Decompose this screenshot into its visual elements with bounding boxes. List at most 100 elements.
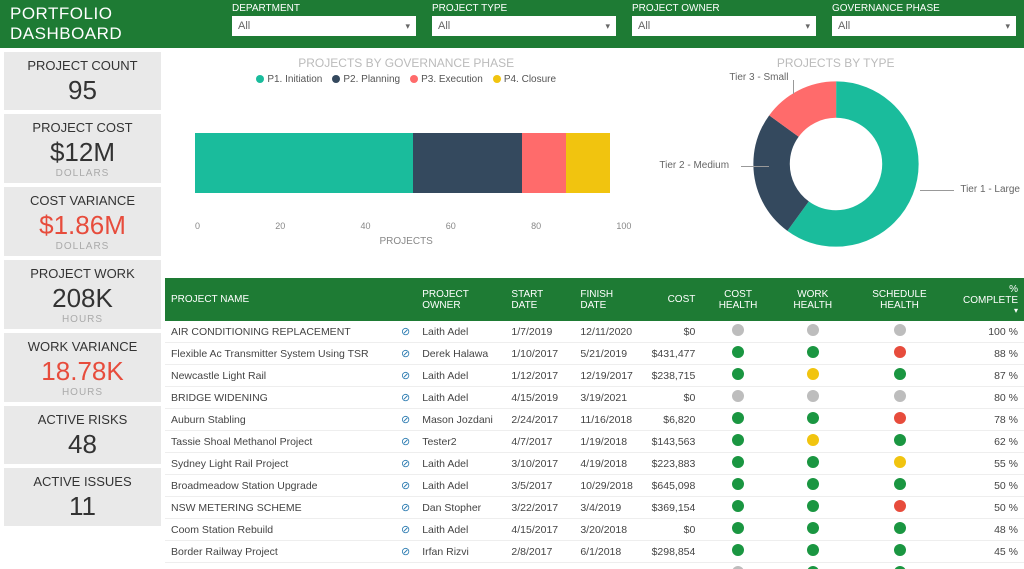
table-row[interactable]: Auburn Stabling ⊘ Mason Jozdani 2/24/201… [165, 409, 1024, 431]
legend-item[interactable]: P1. Initiation [256, 74, 322, 85]
kpi-card[interactable]: ACTIVE ISSUES 11 [4, 468, 161, 526]
kpi-card[interactable]: WORK VARIANCE 18.78K HOURS [4, 333, 161, 402]
cell-link[interactable]: ⊘ [395, 409, 416, 431]
bar-segment[interactable] [566, 133, 610, 193]
table-column-header[interactable] [395, 278, 416, 321]
chart-governance-phase[interactable]: PROJECTS BY GOVERNANCE PHASE P1. Initiat… [165, 48, 647, 278]
cell-cost-health [701, 563, 774, 569]
cell-link[interactable]: ⊘ [395, 453, 416, 475]
select-value: All [438, 20, 450, 32]
kpi-card[interactable]: PROJECT COST $12M DOLLARS [4, 114, 161, 183]
link-icon: ⊘ [401, 370, 410, 382]
cell-cost: $143,563 [646, 431, 702, 453]
cell-pct-complete: 80 % [948, 387, 1024, 409]
cell-work-health [775, 387, 851, 409]
project-type-select[interactable]: All ▾ [432, 16, 616, 36]
health-dot-icon [732, 544, 744, 556]
cell-link[interactable]: ⊘ [395, 563, 416, 569]
kpi-title: WORK VARIANCE [8, 339, 157, 354]
table-column-header[interactable]: COST [646, 278, 702, 321]
cell-link[interactable]: ⊘ [395, 519, 416, 541]
department-select[interactable]: All ▾ [232, 16, 416, 36]
table-row[interactable]: Tassie Shoal Methanol Project ⊘ Tester2 … [165, 431, 1024, 453]
cell-owner: Tester2 [416, 431, 505, 453]
cell-pct-complete: 44 % [948, 563, 1024, 569]
cell-link[interactable]: ⊘ [395, 321, 416, 343]
table-row[interactable]: Broadmeadow Station Upgrade ⊘ Laith Adel… [165, 475, 1024, 497]
health-dot-icon [894, 522, 906, 534]
legend-dot-icon [332, 75, 340, 83]
cell-work-health [775, 475, 851, 497]
cell-start: 2/8/2017 [505, 541, 574, 563]
table-row[interactable]: Border Railway Project ⊘ Irfan Rizvi 2/8… [165, 541, 1024, 563]
chart-projects-by-type[interactable]: PROJECTS BY TYPE Tier 1 - LargeTier 2 - … [647, 48, 1024, 278]
table-column-header[interactable]: PROJECT NAME [165, 278, 395, 321]
table-row[interactable]: Newcastle Light Rail ⊘ Laith Adel 1/12/2… [165, 365, 1024, 387]
legend-item[interactable]: P3. Execution [410, 74, 483, 85]
cell-link[interactable]: ⊘ [395, 365, 416, 387]
table-column-header[interactable]: COST HEALTH [701, 278, 774, 321]
table-row[interactable]: Flexible Ac Transmitter System Using TSR… [165, 343, 1024, 365]
kpi-title: PROJECT WORK [8, 266, 157, 281]
health-dot-icon [732, 434, 744, 446]
cell-project-name: BRIDGE WIDENING [165, 387, 395, 409]
health-dot-icon [807, 522, 819, 534]
table-column-header[interactable]: WORK HEALTH [775, 278, 851, 321]
legend-dot-icon [256, 75, 264, 83]
table-row[interactable]: Sydney Light Rail Project ⊘ Laith Adel 3… [165, 453, 1024, 475]
health-dot-icon [894, 368, 906, 380]
governance-phase-select[interactable]: All ▾ [832, 16, 1016, 36]
health-dot-icon [894, 456, 906, 468]
cell-pct-complete: 88 % [948, 343, 1024, 365]
health-dot-icon [732, 324, 744, 336]
health-dot-icon [894, 544, 906, 556]
table-row[interactable]: NSW METERING SCHEME ⊘ Dan Stopher 3/22/2… [165, 497, 1024, 519]
table-header-row: PROJECT NAME PROJECT OWNERSTART DATEFINIS… [165, 278, 1024, 321]
table-column-header[interactable]: % COMPLETE▾ [948, 278, 1024, 321]
filter-project-type: PROJECT TYPE All ▾ [424, 0, 624, 48]
x-tick: 80 [531, 221, 541, 231]
project-owner-select[interactable]: All ▾ [632, 16, 816, 36]
bar-segment[interactable] [522, 133, 566, 193]
content-area: PROJECTS BY GOVERNANCE PHASE P1. Initiat… [165, 48, 1024, 569]
table-column-header[interactable]: START DATE [505, 278, 574, 321]
table-row[interactable]: BRIDGE WIDENING ⊘ Laith Adel 4/15/2019 3… [165, 387, 1024, 409]
cell-link[interactable]: ⊘ [395, 431, 416, 453]
cell-project-name: Newcastle Light Rail [165, 365, 395, 387]
x-tick: 40 [361, 221, 371, 231]
donut-slice[interactable] [771, 100, 900, 229]
health-dot-icon [807, 544, 819, 556]
cell-link[interactable]: ⊘ [395, 497, 416, 519]
health-dot-icon [732, 456, 744, 468]
table-column-header[interactable]: FINISH DATE [574, 278, 645, 321]
table-row[interactable]: Cooma Substation Rebuild ⊘ PWA Admin 4/1… [165, 563, 1024, 569]
x-tick: 20 [275, 221, 285, 231]
table-row[interactable]: AIR CONDITIONING REPLACEMENT ⊘ Laith Ade… [165, 321, 1024, 343]
cell-link[interactable]: ⊘ [395, 343, 416, 365]
kpi-card[interactable]: PROJECT COUNT 95 [4, 52, 161, 110]
cell-link[interactable]: ⊘ [395, 387, 416, 409]
cell-work-health [775, 409, 851, 431]
kpi-value: 48 [8, 429, 157, 460]
filter-department: DEPARTMENT All ▾ [224, 0, 424, 48]
chevron-down-icon: ▾ [1005, 21, 1010, 32]
bar-segment[interactable] [195, 133, 413, 193]
table-column-header[interactable]: PROJECT OWNER [416, 278, 505, 321]
cell-pct-complete: 50 % [948, 475, 1024, 497]
cell-link[interactable]: ⊘ [395, 475, 416, 497]
table-row[interactable]: Coom Station Rebuild ⊘ Laith Adel 4/15/2… [165, 519, 1024, 541]
kpi-card[interactable]: PROJECT WORK 208K HOURS [4, 260, 161, 329]
legend-item[interactable]: P4. Closure [493, 74, 556, 85]
table-column-header[interactable]: SCHEDULE HEALTH [851, 278, 948, 321]
cell-schedule-health [851, 453, 948, 475]
link-icon: ⊘ [401, 348, 410, 360]
cell-owner: PWA Admin [416, 563, 505, 569]
bar-segment[interactable] [413, 133, 522, 193]
link-icon: ⊘ [401, 524, 410, 536]
kpi-unit: DOLLARS [8, 241, 157, 252]
kpi-card[interactable]: ACTIVE RISKS 48 [4, 406, 161, 464]
kpi-card[interactable]: COST VARIANCE $1.86M DOLLARS [4, 187, 161, 256]
legend-item[interactable]: P2. Planning [332, 74, 400, 85]
cell-link[interactable]: ⊘ [395, 541, 416, 563]
cell-finish: 11/16/2018 [574, 409, 645, 431]
